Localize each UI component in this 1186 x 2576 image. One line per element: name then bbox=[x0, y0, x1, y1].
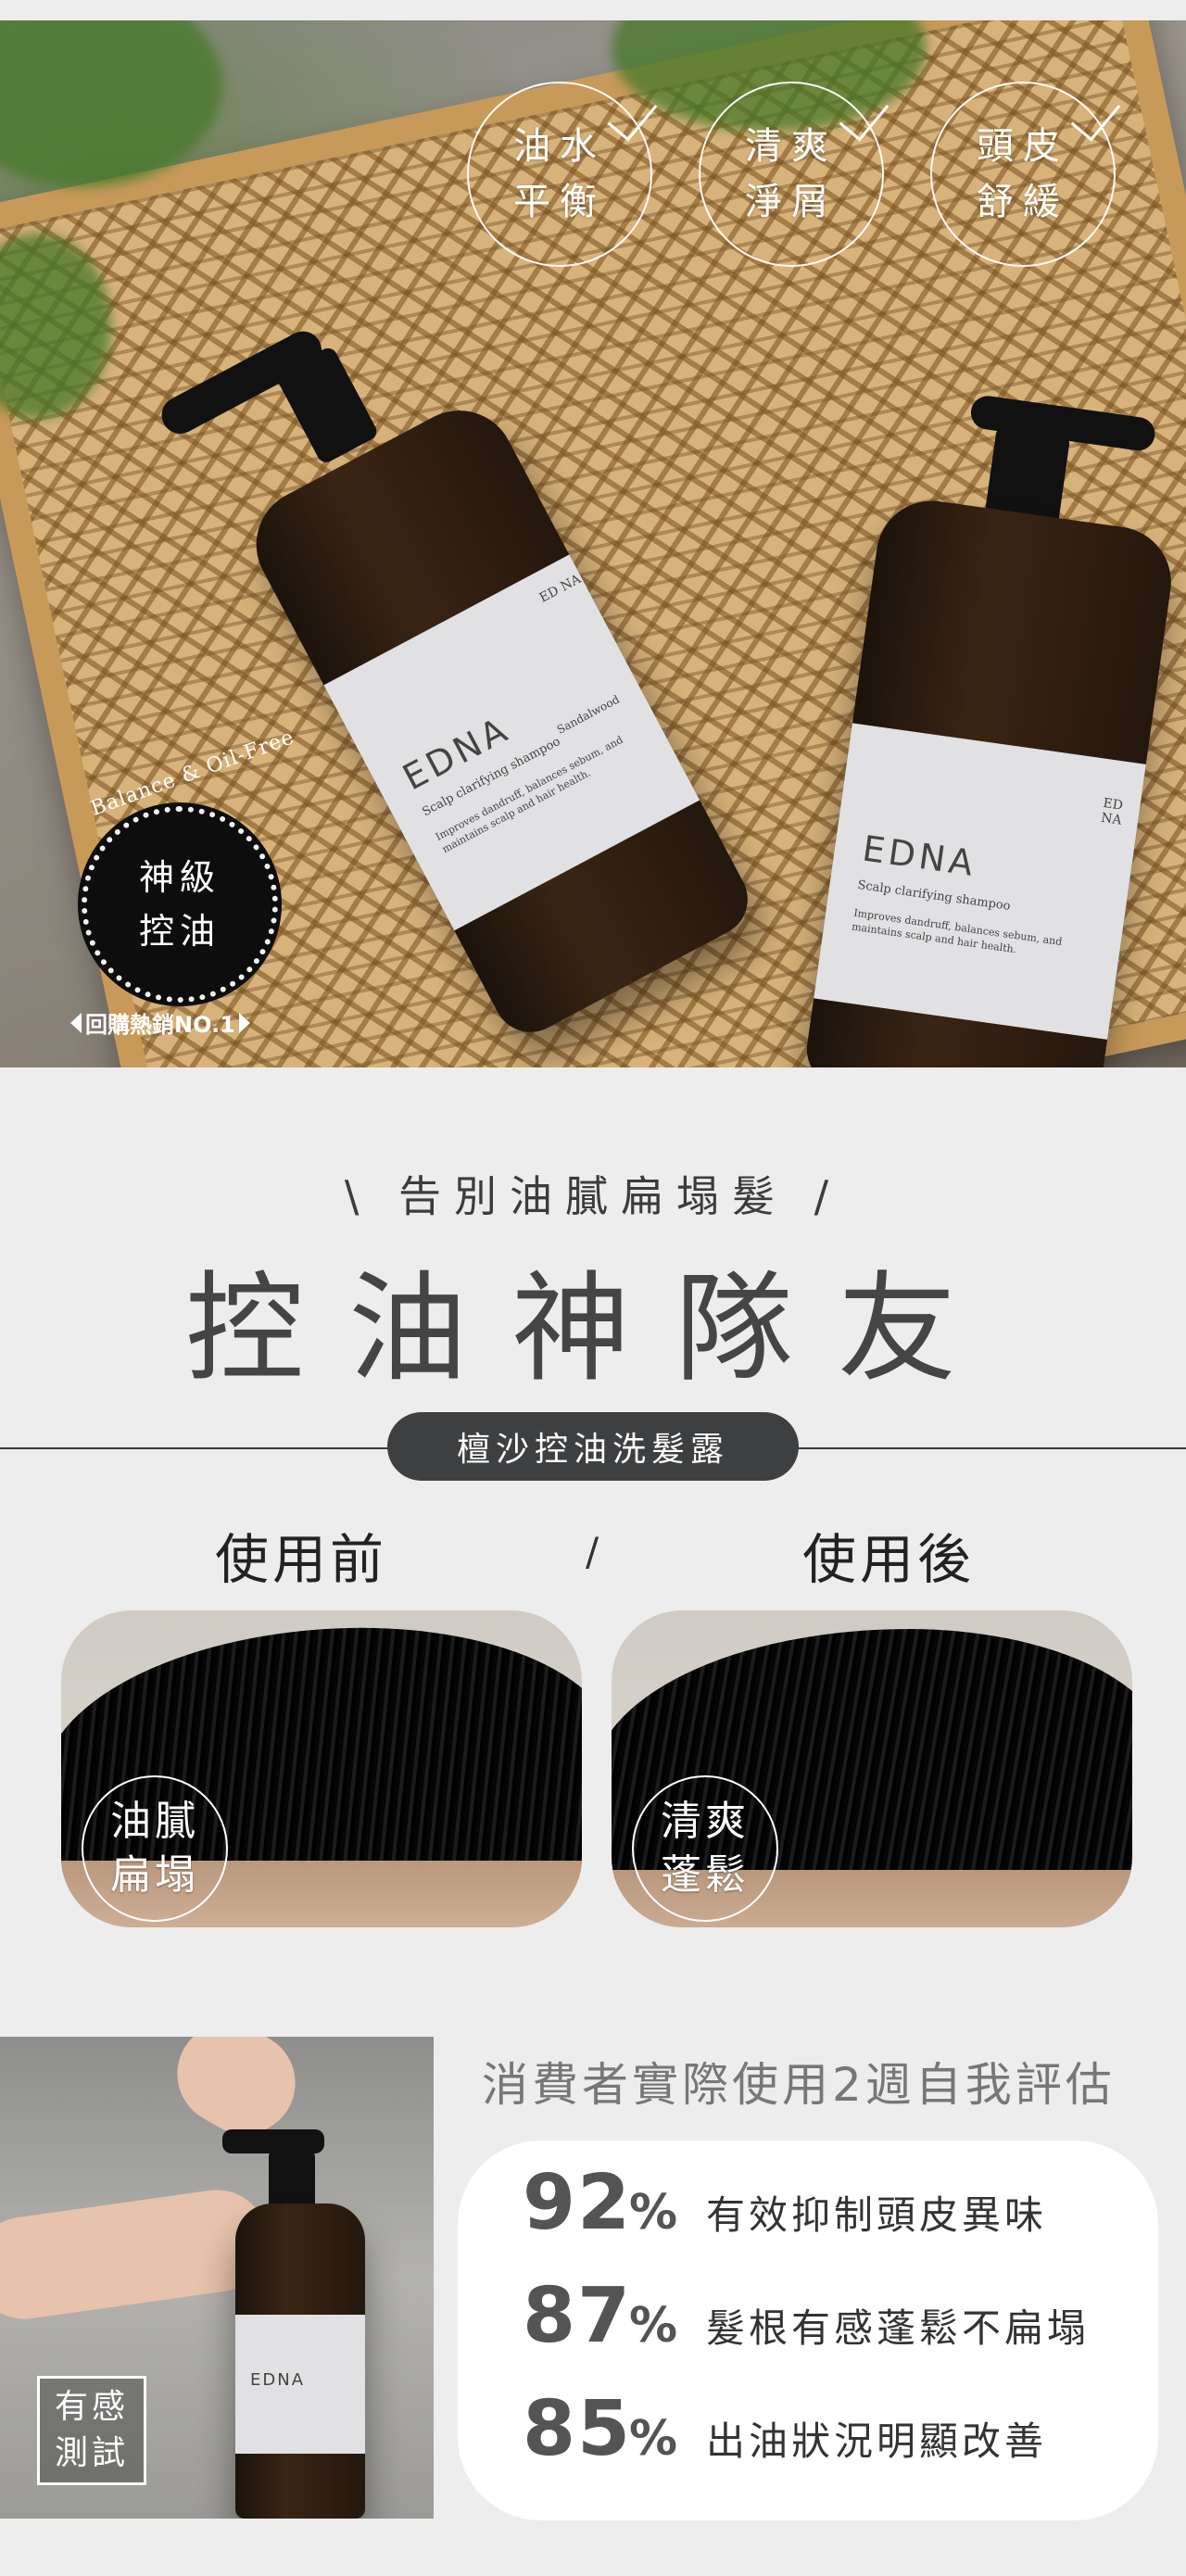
bottle-brand: EDNA bbox=[250, 2370, 306, 2390]
stat-unit: % bbox=[629, 2298, 678, 2354]
main-headline: 控油神隊友 bbox=[184, 1260, 1001, 1398]
survey-card: 92 % 有效抑制頭皮異味 87 % 髮根有感蓬鬆不扁塌 85 % 出油狀況明顯… bbox=[458, 2140, 1158, 2520]
stat-value: 85 bbox=[523, 2385, 633, 2473]
badge-line: 油膩 bbox=[110, 1798, 199, 1845]
bottle-brand: EDNA bbox=[860, 827, 979, 885]
after-photo: 清爽 蓬鬆 bbox=[612, 1610, 1132, 1927]
before-badge: 油膩 扁塌 bbox=[82, 1775, 228, 1922]
before-label: 使用前 bbox=[215, 1528, 388, 1591]
badge-line: 舒緩 bbox=[977, 181, 1069, 223]
survey-title: 消費者實際使用2週自我評估 bbox=[482, 2058, 1116, 2112]
stat-row: 92 % 有效抑制頭皮異味 bbox=[523, 2159, 1047, 2247]
test-badge: 有感 測試 bbox=[37, 2376, 146, 2485]
badge-line: 清爽 bbox=[745, 125, 838, 168]
badge-line: 油水 bbox=[513, 125, 606, 168]
subheadline: \ 告別油膩扁塌髮 / bbox=[344, 1171, 842, 1221]
rebuy-tag: 回購熱銷NO.1 bbox=[70, 1006, 250, 1039]
seal-line: 神級 bbox=[138, 857, 221, 898]
stat-unit: % bbox=[629, 2185, 678, 2241]
after-label: 使用後 bbox=[802, 1528, 976, 1591]
oil-control-seal: 神級 控油 bbox=[82, 806, 278, 1003]
triangle-right-icon bbox=[238, 1012, 250, 1033]
stat-row: 87 % 髮根有感蓬鬆不扁塌 bbox=[523, 2272, 1090, 2360]
stat-unit: % bbox=[629, 2411, 678, 2467]
bottle-brand: EDNA bbox=[396, 708, 517, 799]
badge-line: 測試 bbox=[54, 2434, 129, 2472]
product-name-pill: 檀沙控油洗髮露 bbox=[387, 1412, 799, 1481]
bottle-logo: ED NA bbox=[536, 572, 584, 606]
separator: / bbox=[586, 1529, 599, 1574]
stat-value: 87 bbox=[523, 2272, 633, 2360]
bottle-label: ED NA EDNA Scalp clarifying shampoo Impr… bbox=[814, 723, 1146, 1040]
test-photo: EDNA 有感 測試 bbox=[0, 2037, 434, 2519]
badge-line: 扁塌 bbox=[110, 1851, 199, 1899]
bottle-logo: ED NA bbox=[1100, 795, 1124, 828]
triangle-left-icon bbox=[70, 1012, 82, 1033]
bottle-subtitle: Scalp clarifying shampoo bbox=[856, 878, 1012, 914]
badge-line: 淨屑 bbox=[745, 181, 838, 223]
before-photo: 油膩 扁塌 bbox=[61, 1610, 582, 1927]
stat-text: 髮根有感蓬鬆不扁塌 bbox=[706, 2305, 1091, 2351]
badge-line: 有感 bbox=[54, 2388, 129, 2426]
badge-line: 平衡 bbox=[513, 181, 606, 223]
bottle-scent: Sandalwood bbox=[554, 692, 622, 737]
stat-value: 92 bbox=[523, 2159, 633, 2247]
after-badge: 清爽 蓬鬆 bbox=[632, 1775, 778, 1922]
badge-line: 清爽 bbox=[661, 1798, 750, 1845]
bottle-description: Improves dandruff, balances sebum, and m… bbox=[851, 906, 1064, 956]
stat-text: 有效抑制頭皮異味 bbox=[706, 2192, 1048, 2238]
seal-line: 控油 bbox=[138, 911, 221, 952]
rebuy-text: 回購熱銷NO.1 bbox=[85, 1012, 235, 1038]
badge-line: 蓬鬆 bbox=[661, 1851, 750, 1899]
palm-image bbox=[0, 2183, 275, 2326]
badge-line: 頭皮 bbox=[977, 125, 1069, 168]
stat-row: 85 % 出油狀況明顯改善 bbox=[523, 2385, 1047, 2473]
bottle-label: EDNA bbox=[235, 2315, 365, 2454]
hero-image: 油水 平衡 清爽 淨屑 頭皮 舒緩 ED NA EDNA Scalp clari… bbox=[0, 20, 1186, 1067]
stat-text: 出油狀況明顯改善 bbox=[706, 2418, 1048, 2464]
